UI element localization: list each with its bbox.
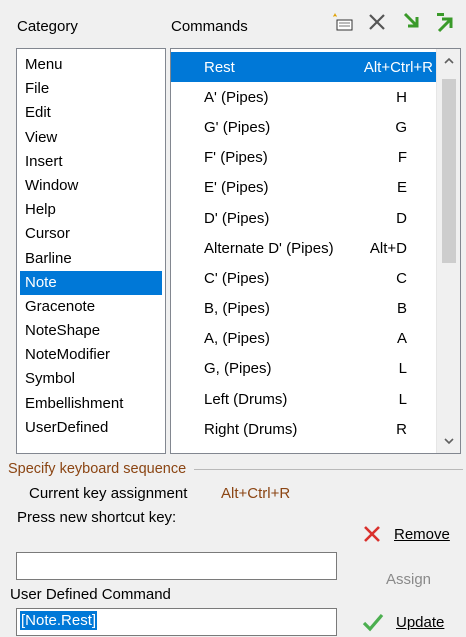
update-button-label: Update (396, 613, 445, 631)
category-item[interactable]: NoteShape (17, 319, 165, 343)
command-shortcut: L (398, 390, 407, 408)
command-row[interactable]: F' (Pipes) F (171, 143, 437, 173)
category-item[interactable]: Embellishment (17, 392, 165, 416)
category-item[interactable]: File (17, 77, 165, 101)
command-row[interactable]: A' (Pipes) H (171, 82, 437, 112)
commands-rows: Rest Alt+Ctrl+R A' (Pipes) H G' (Pipes) G F' (… (171, 52, 437, 453)
command-shortcut: C (396, 269, 407, 287)
command-name: Both (Drums) (204, 451, 293, 453)
command-name: D' (Pipes) (204, 209, 270, 227)
command-row[interactable]: A, (Pipes) A (171, 324, 437, 354)
category-header: Category (17, 18, 78, 35)
command-name: G, (Pipes) (204, 360, 272, 378)
assign-button[interactable]: Assign (386, 571, 431, 588)
category-item[interactable]: Help (17, 198, 165, 222)
keyboard-group-title: Specify keyboard sequence (8, 461, 463, 477)
user-defined-input[interactable]: [Note.Rest] (16, 608, 337, 636)
command-name: Rest (204, 58, 235, 76)
command-shortcut: A (396, 330, 407, 348)
new-shortcut-label: Press new shortcut key: (17, 509, 177, 526)
command-row[interactable]: D' (Pipes) D (171, 203, 437, 233)
command-row[interactable]: Rest Alt+Ctrl+R (171, 52, 437, 83)
user-defined-selected-text: [Note.Rest] (20, 611, 98, 630)
group-divider (194, 468, 463, 470)
category-item[interactable]: Insert (17, 150, 165, 174)
command-shortcut: E (396, 179, 407, 197)
remove-button[interactable]: Remove (362, 524, 450, 544)
user-defined-label: User Defined Command (10, 586, 171, 603)
command-row[interactable]: Right (Drums) R (171, 414, 437, 444)
export-icon[interactable] (433, 10, 457, 34)
category-item[interactable]: View (17, 126, 165, 150)
command-shortcut: Alt+D (369, 239, 407, 257)
category-list[interactable]: Menu File Edit View Insert Window Help Cursor Ba… (16, 48, 166, 454)
command-name: E' (Pipes) (204, 179, 269, 197)
category-item[interactable]: Gracenote (17, 295, 165, 319)
category-item[interactable]: Note (20, 270, 162, 295)
command-shortcut: H (396, 88, 407, 106)
category-item[interactable]: Menu (17, 53, 165, 77)
check-icon (362, 613, 384, 632)
category-item[interactable]: NoteModifier (17, 343, 165, 367)
command-shortcut: F (397, 149, 407, 167)
command-row[interactable]: G' (Pipes) G (171, 112, 437, 142)
command-row[interactable]: Left (Drums) L (171, 384, 437, 414)
assign-button-label: Assign (386, 571, 432, 588)
command-name: C' (Pipes) (204, 269, 270, 287)
command-name: F' (Pipes) (204, 149, 268, 167)
category-item[interactable]: Edit (17, 101, 165, 125)
import-icon[interactable] (399, 10, 423, 34)
command-row[interactable]: B, (Pipes) B (171, 294, 437, 324)
command-shortcut: L (398, 360, 407, 378)
scroll-up-icon[interactable] (437, 49, 460, 73)
commands-header: Commands (171, 18, 248, 35)
command-row[interactable]: G, (Pipes) L (171, 354, 437, 384)
command-row[interactable]: Both (Drums) B (171, 444, 437, 453)
keyboard-group-label: Specify keyboard sequence (8, 461, 187, 477)
command-shortcut: R (396, 420, 407, 438)
command-name: B, (Pipes) (204, 300, 270, 318)
command-shortcut: B (396, 300, 407, 318)
command-name: A, (Pipes) (204, 330, 270, 348)
category-item[interactable]: Symbol (17, 367, 165, 391)
command-row[interactable]: C' (Pipes) C (171, 263, 437, 293)
command-shortcut: G (395, 118, 407, 136)
command-shortcut: Alt+Ctrl+R (363, 58, 433, 76)
scroll-down-icon[interactable] (437, 429, 460, 453)
command-name: A' (Pipes) (204, 88, 269, 106)
commands-scrollbar[interactable] (436, 49, 460, 453)
current-key-label: Current key assignment (29, 485, 188, 502)
remove-button-label: Remove (394, 525, 450, 543)
remove-icon (364, 526, 380, 542)
new-shortcut-input[interactable] (16, 552, 337, 580)
category-item[interactable]: Window (17, 174, 165, 198)
command-name: G' (Pipes) (204, 118, 271, 136)
command-row[interactable]: Alternate D' (Pipes) Alt+D (171, 233, 437, 263)
current-key-value: Alt+Ctrl+R (221, 485, 291, 502)
command-name: Left (Drums) (204, 390, 288, 408)
scroll-thumb[interactable] (442, 79, 456, 263)
delete-icon[interactable] (365, 10, 389, 34)
update-button[interactable]: Update (362, 612, 444, 632)
command-shortcut: D (396, 209, 407, 227)
category-item[interactable]: Cursor (17, 222, 165, 246)
category-item[interactable]: UserDefined (17, 416, 165, 440)
category-item[interactable]: Barline (17, 247, 165, 271)
command-row[interactable]: E' (Pipes) E (171, 173, 437, 203)
command-name: Right (Drums) (204, 420, 298, 438)
new-command-icon[interactable] (331, 10, 355, 34)
command-name: Alternate D' (Pipes) (204, 239, 334, 257)
commands-toolbar (331, 10, 457, 34)
command-shortcut: B (397, 451, 407, 453)
commands-list[interactable]: Rest Alt+Ctrl+R A' (Pipes) H G' (Pipes) G F' (… (170, 48, 461, 454)
